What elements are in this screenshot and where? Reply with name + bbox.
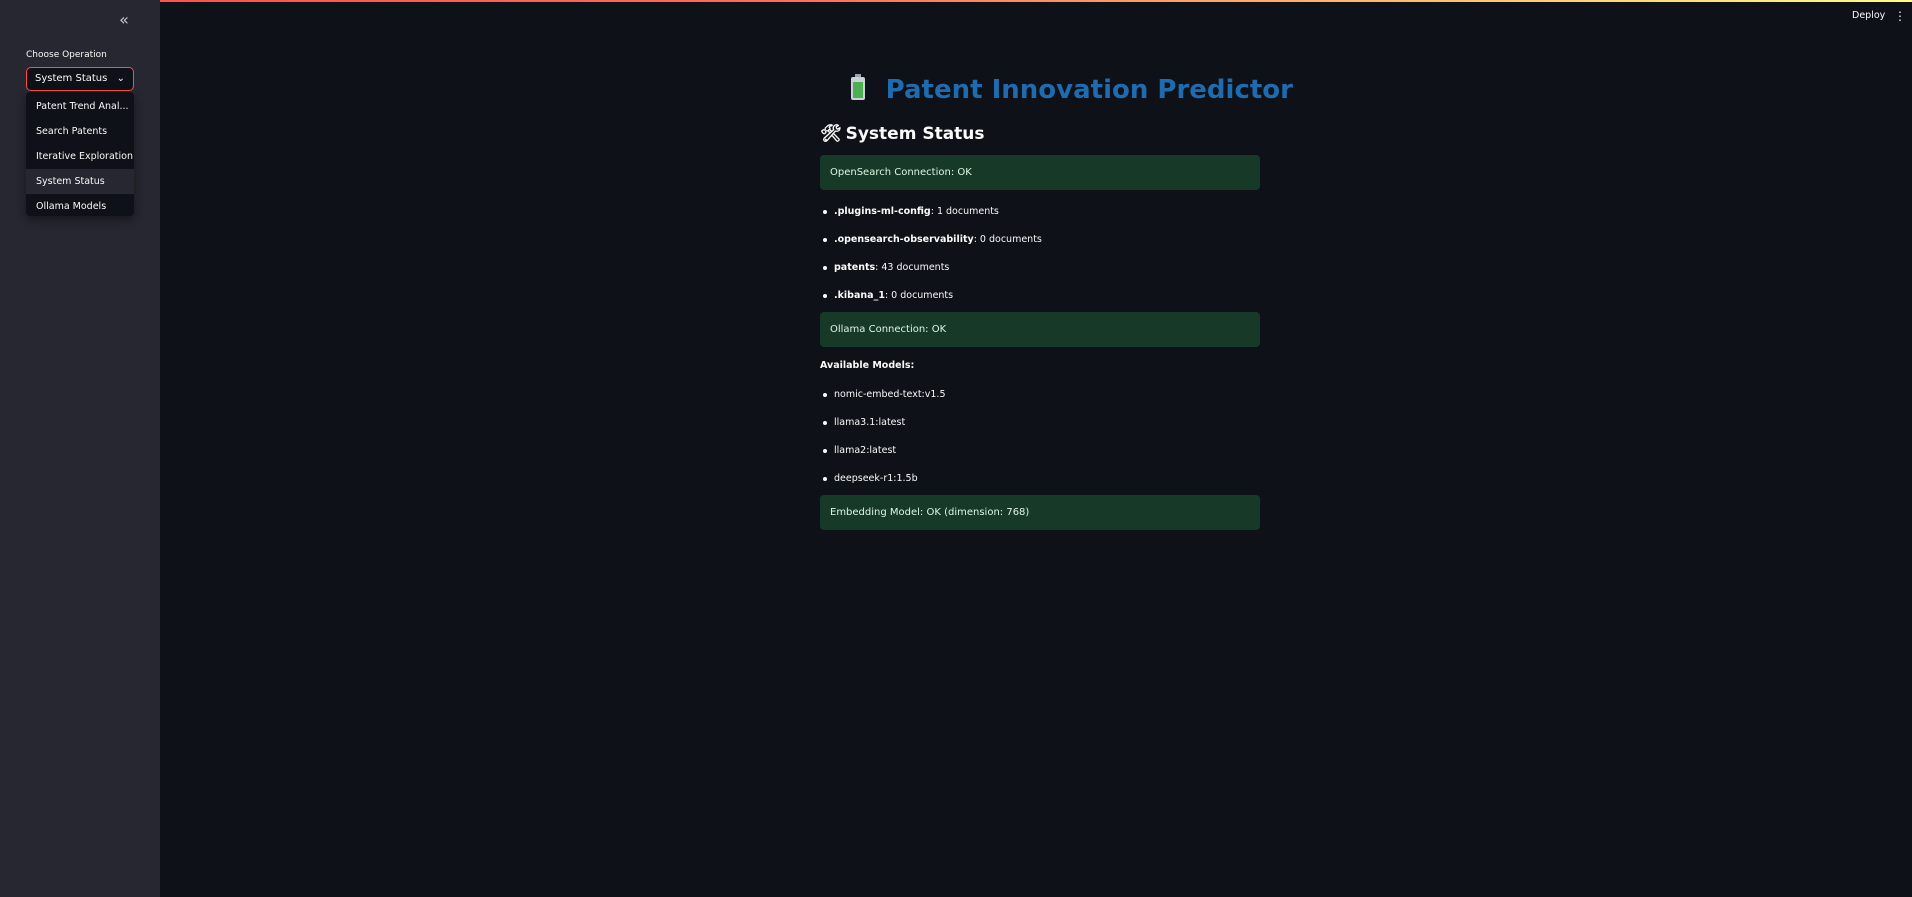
double-chevron-left-icon[interactable]: « <box>114 10 134 30</box>
ollama-status-alert: Ollama Connection: OK <box>820 312 1260 347</box>
sidebar: « Choose Operation System Status ⌄ Paten… <box>0 0 160 897</box>
kebab-menu-icon[interactable]: ⋮ <box>1894 9 1906 23</box>
top-decoration-bar <box>0 0 1912 2</box>
menu-item-iterative-exploration[interactable]: Iterative Exploration <box>26 144 134 169</box>
page-title: Patent Innovation Predictor <box>885 75 1293 105</box>
operation-select-value: System Status <box>35 73 108 84</box>
list-item: nomic-embed-text:v1.5 <box>820 388 1260 416</box>
menu-item-system-status[interactable]: System Status <box>26 169 134 194</box>
operation-select[interactable]: System Status ⌄ <box>26 67 134 91</box>
list-item: llama3.1:latest <box>820 416 1260 444</box>
section-title-text: System Status <box>845 124 985 144</box>
model-list: nomic-embed-text:v1.5 llama3.1:latest ll… <box>820 388 1260 500</box>
embedding-status-alert: Embedding Model: OK (dimension: 768) <box>820 495 1260 530</box>
list-item: .plugins-ml-config: 1 documents <box>820 205 1260 233</box>
menu-item-ollama-models[interactable]: Ollama Models <box>26 194 134 219</box>
index-list: .plugins-ml-config: 1 documents .opensea… <box>820 205 1260 317</box>
tools-icon: 🛠 <box>820 124 842 144</box>
list-item: .opensearch-observability: 0 documents <box>820 233 1260 261</box>
menu-item-patent-trend-analysis[interactable]: Patent Trend Anal... <box>26 94 134 119</box>
list-item: patents: 43 documents <box>820 261 1260 289</box>
battery-icon <box>850 74 874 106</box>
deploy-button[interactable]: Deploy <box>1852 10 1885 21</box>
menu-item-search-patents[interactable]: Search Patents <box>26 119 134 144</box>
section-title: 🛠 System Status <box>820 124 985 144</box>
available-models-label: Available Models: <box>820 360 915 371</box>
opensearch-status-alert: OpenSearch Connection: OK <box>820 155 1260 190</box>
operation-dropdown-menu: Patent Trend Anal... Search Patents Iter… <box>26 92 134 216</box>
chevron-down-icon: ⌄ <box>116 73 125 84</box>
choose-operation-label: Choose Operation <box>26 50 107 60</box>
page-title-row: Patent Innovation Predictor <box>850 74 1293 106</box>
list-item: llama2:latest <box>820 444 1260 472</box>
